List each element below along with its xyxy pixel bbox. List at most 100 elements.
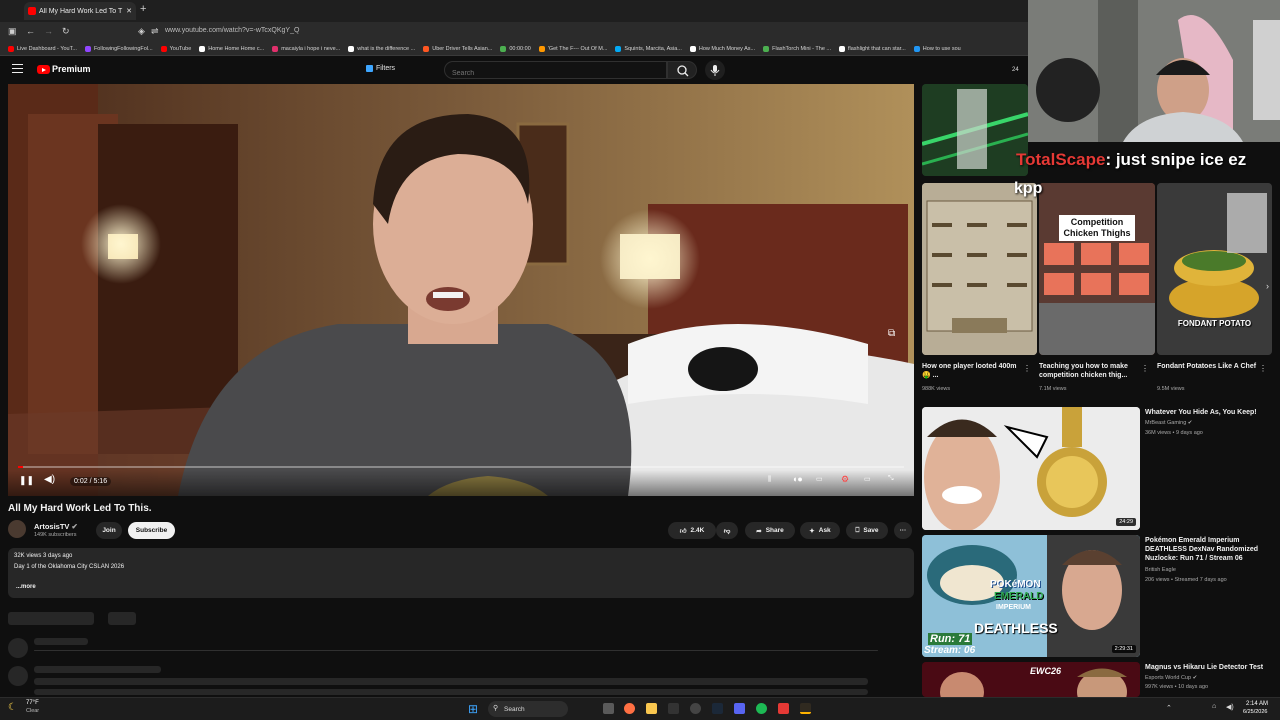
app-icon[interactable]	[778, 703, 789, 714]
video-title-link[interactable]: Whatever You Hide As, You Keep!	[1145, 408, 1270, 417]
video-thumbnail[interactable]: 24:29	[922, 407, 1140, 530]
video-title-link[interactable]: Magnus vs Hikaru Lie Detector Test	[1145, 663, 1270, 672]
video-channel[interactable]: British Eagle	[1145, 566, 1176, 574]
youtube-logo-icon[interactable]	[37, 65, 50, 74]
shield-icon[interactable]: ◈	[138, 26, 145, 37]
browser-tab-active[interactable]: All My Hard Work Led To T ✕	[24, 2, 136, 20]
app-icon[interactable]	[668, 703, 679, 714]
search-input[interactable]	[445, 65, 666, 82]
search-button[interactable]	[667, 61, 697, 79]
settings-gear-icon[interactable]: ⚙	[841, 474, 849, 485]
bookmark-item[interactable]: Squints, Marcita, Asia...	[611, 42, 685, 55]
more-vertical-icon[interactable]: ⋮	[1141, 364, 1149, 373]
weather-temp[interactable]: 77°F	[26, 700, 39, 706]
app-icon[interactable]	[690, 703, 701, 714]
bookmark-item[interactable]: Home Home Home c...	[195, 42, 268, 55]
bookmark-item[interactable]: Live Dashboard - YouT...	[4, 42, 81, 55]
short-thumbnail[interactable]: Competition Chicken Thighs	[1039, 183, 1155, 355]
bookmark-item[interactable]: flashlight that can star...	[835, 42, 910, 55]
subscribe-button[interactable]: Subscribe	[128, 522, 175, 539]
bookmark-item[interactable]: 'Get The F--- Out Of M...	[535, 42, 612, 55]
more-vertical-icon[interactable]: ⋮	[1259, 364, 1267, 373]
back-icon[interactable]: ←	[26, 26, 35, 36]
stream-game-thumbnail	[922, 84, 1028, 176]
video-channel[interactable]: MrBeast Gaming ✔	[1145, 419, 1192, 427]
discord-icon[interactable]	[734, 703, 745, 714]
share-label: Share	[765, 527, 784, 534]
task-view-icon[interactable]	[603, 703, 614, 714]
filters-button[interactable]: Filters	[366, 65, 395, 72]
short-title[interactable]: Fondant Potatoes Like A Chef	[1157, 362, 1257, 371]
volume-icon[interactable]: ◀)	[44, 474, 55, 485]
premium-brand[interactable]: Premium	[52, 64, 91, 74]
sidebar-toggle-icon[interactable]: ▣	[8, 26, 17, 37]
dislike-button[interactable]: 👎︎	[716, 522, 738, 539]
short-title[interactable]: How one player looted 400m 🤑 ...	[922, 362, 1022, 380]
bookmark-item[interactable]: YouTube	[157, 42, 196, 55]
close-tab-icon[interactable]: ✕	[126, 7, 132, 15]
pause-icon[interactable]: ❚❚	[19, 475, 34, 486]
short-thumbnail[interactable]: FONDANT POTATO	[1157, 183, 1272, 355]
save-button[interactable]: ⎕ Save	[846, 522, 888, 539]
header-partial-item: 24	[1012, 67, 1019, 73]
new-tab-button[interactable]: +	[140, 3, 146, 15]
more-actions-button[interactable]: ···	[894, 522, 912, 539]
bookmark-item[interactable]: How to use sou	[910, 42, 965, 55]
short-thumbnail[interactable]	[922, 183, 1037, 355]
ask-button[interactable]: ✦ Ask	[800, 522, 840, 539]
bookmark-item[interactable]: 00:00:00	[496, 42, 534, 55]
description-text: Day 1 of the Oklahoma City CSLAN 2026	[14, 564, 125, 570]
clock-time[interactable]: 2:14 AM	[1246, 701, 1268, 707]
video-title-link[interactable]: Pokémon Emerald Imperium DEATHLESS DexNa…	[1145, 536, 1270, 563]
speaker-icon[interactable]: ◀)	[1226, 703, 1234, 711]
chat-overlay-message: TotalScape: just snipe ice ez	[1016, 150, 1246, 170]
taskbar-search[interactable]: ⚲ Search	[488, 701, 568, 717]
share-button[interactable]: ➦ Share	[745, 522, 795, 539]
bookmark-item[interactable]: macaiyla i hope i neve...	[268, 42, 344, 55]
weather-icon[interactable]: ☾	[8, 702, 17, 713]
progress-bar[interactable]	[18, 466, 904, 468]
fullscreen-icon[interactable]: ⤡	[888, 475, 894, 483]
reload-icon[interactable]: ↻	[62, 26, 70, 37]
autoplay-toggle-icon[interactable]: ◖●	[792, 474, 803, 484]
video-thumbnail[interactable]: EWC26	[922, 662, 1140, 697]
network-icon[interactable]: ⌂	[1212, 703, 1216, 710]
bookmark-item[interactable]: FlashTorch Mini - The ...	[759, 42, 835, 55]
bookmark-item[interactable]: How Much Money As...	[686, 42, 759, 55]
video-thumbnail[interactable]: POKéMON EMERALD IMPERIUM DEATHLESS Run: …	[922, 535, 1140, 657]
firefox-icon[interactable]	[624, 703, 635, 714]
short-title[interactable]: Teaching you how to make competition chi…	[1039, 362, 1141, 380]
bookmark-item[interactable]: FollowingFollowingFol...	[81, 42, 157, 55]
theater-mode-icon[interactable]: ▭	[864, 475, 871, 483]
chevron-up-icon[interactable]: ⌃	[1166, 704, 1172, 712]
forward-icon[interactable]: →	[44, 26, 53, 36]
bookmark-favicon-icon	[8, 45, 14, 52]
chevron-right-icon[interactable]: ›	[1266, 281, 1269, 291]
voice-search-button[interactable]	[705, 60, 725, 80]
captions-icon[interactable]: ▭	[816, 475, 823, 483]
channel-name[interactable]: ArtosisTV ✔	[34, 522, 78, 531]
bookmark-label: Squints, Marcita, Asia...	[624, 45, 682, 52]
spotify-icon[interactable]	[756, 703, 767, 714]
url-field[interactable]: www.youtube.com/watch?v=-wTcxQKgY_Q	[165, 27, 299, 34]
miniplayer-icon[interactable]: ⧉	[888, 328, 895, 339]
join-button[interactable]: Join	[96, 522, 122, 539]
video-channel[interactable]: Esports World Cup ✔	[1145, 674, 1197, 682]
chapters-icon[interactable]: ⫼	[768, 476, 771, 484]
description-box[interactable]	[8, 548, 914, 598]
show-more-link[interactable]: ...more	[16, 584, 36, 590]
obs-icon[interactable]	[800, 703, 811, 714]
bookmark-item[interactable]: Uber Driver Tells Asian...	[419, 42, 496, 55]
windows-start-icon[interactable]: ⊞	[468, 702, 478, 716]
video-player[interactable]: ⧉ ❚❚ ◀) 0:02 / 5:16 ⫼ ◖● ▭ ⚙ ▭ ⤡	[8, 84, 914, 496]
like-button[interactable]: 👍︎ 2.4K	[668, 522, 716, 539]
bookmark-item[interactable]: what is the difference ...	[344, 42, 419, 55]
steam-icon[interactable]	[712, 703, 723, 714]
tab-title: All My Hard Work Led To T	[39, 7, 123, 15]
file-explorer-icon[interactable]	[646, 703, 657, 714]
more-vertical-icon[interactable]: ⋮	[1023, 364, 1031, 373]
channel-avatar[interactable]	[8, 520, 26, 538]
site-info-icon[interactable]: ⇌	[151, 26, 159, 37]
verified-check-icon: ✔	[1192, 675, 1198, 681]
hamburger-menu-icon[interactable]	[12, 64, 23, 73]
